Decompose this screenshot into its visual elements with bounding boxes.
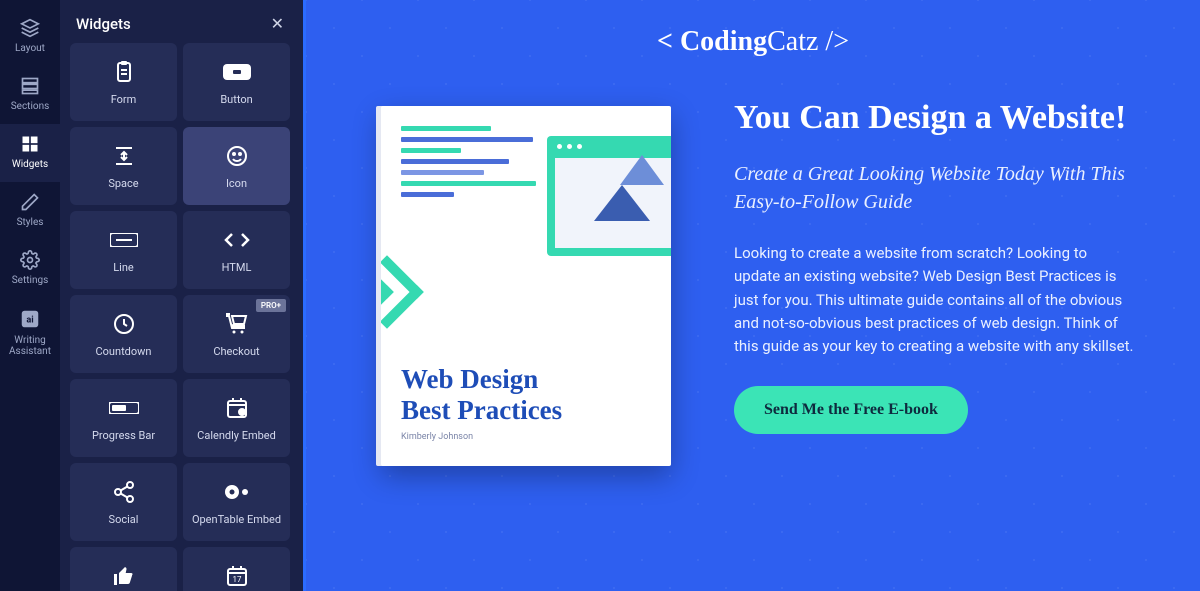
rail-settings[interactable]: Settings — [0, 240, 60, 298]
rail-label: Sections — [11, 101, 50, 112]
panel-title: Widgets — [76, 15, 131, 33]
pro-badge: PRO+ — [256, 299, 286, 312]
book-image: Web Design Best Practices Kimberly Johns… — [366, 96, 686, 466]
brand-logo: < CodingCatz /> — [306, 0, 1200, 66]
line-icon — [110, 227, 138, 253]
rail-label: Settings — [12, 275, 49, 286]
subheadline: Create a Great Looking Website Today Wit… — [734, 160, 1134, 216]
rail-label: Styles — [17, 217, 44, 228]
rail-label: Widgets — [12, 159, 48, 170]
canvas-preview[interactable]: < CodingCatz /> — [306, 0, 1200, 591]
countdown-icon — [112, 311, 136, 337]
widgets-panel: Widgets ✕ Form Button Space Icon Line HTML Cou… — [60, 0, 300, 591]
rail-writing-assistant[interactable]: ai Writing Assistant — [0, 298, 60, 369]
icon-icon — [225, 143, 249, 169]
widget-label: Social — [109, 513, 139, 526]
book-author: Kimberly Johnson — [401, 432, 651, 442]
widget-label: Icon — [226, 177, 247, 190]
widget-html[interactable]: HTML — [183, 211, 290, 289]
hero-copy: You Can Design a Website! Create a Great… — [734, 96, 1134, 434]
book-cover: Web Design Best Practices Kimberly Johns… — [381, 106, 671, 466]
widget-label: Button — [220, 93, 252, 106]
brand-bold: Coding — [680, 26, 767, 57]
cta-button[interactable]: Send Me the Free E-book — [734, 386, 968, 434]
widget-label: Calendly Embed — [197, 429, 276, 442]
hero-row: Web Design Best Practices Kimberly Johns… — [306, 66, 1200, 591]
form-icon — [112, 59, 136, 85]
calendly-icon — [225, 395, 249, 421]
gear-icon — [20, 250, 40, 270]
layers-icon — [20, 18, 40, 38]
image-placeholder-icon — [555, 158, 671, 248]
rail-sections[interactable]: Sections — [0, 66, 60, 124]
book-title: Web Design Best Practices — [401, 364, 651, 426]
svg-text:17: 17 — [232, 575, 241, 584]
browser-mockup-graphic — [547, 136, 671, 256]
space-icon — [112, 143, 136, 169]
widget-button[interactable]: Button — [183, 43, 290, 121]
brand-prefix: < — [657, 26, 680, 57]
checkout-icon — [225, 311, 249, 337]
close-icon[interactable]: ✕ — [271, 14, 284, 33]
widget-label: Form — [111, 93, 137, 106]
sociallike-icon — [112, 563, 136, 589]
ai-icon: ai — [19, 308, 41, 330]
widget-opentable[interactable]: OpenTable Embed — [183, 463, 290, 541]
rail-layout[interactable]: Layout — [0, 8, 60, 66]
rail-label: Layout — [15, 43, 45, 54]
rail-label: Writing Assistant — [9, 335, 51, 357]
nav-rail: Layout Sections Widgets Styles Settings … — [0, 0, 60, 591]
rail-styles[interactable]: Styles — [0, 182, 60, 240]
rail-widgets[interactable]: Widgets — [0, 124, 60, 182]
widget-label: Line — [113, 261, 134, 274]
body-text: Looking to create a website from scratch… — [734, 242, 1134, 358]
widget-label: Progress Bar — [92, 429, 155, 442]
widget-label: Checkout — [213, 345, 259, 358]
brand-thin: Catz /> — [767, 26, 849, 57]
widget-calendly[interactable]: Calendly Embed — [183, 379, 290, 457]
widget-countdown[interactable]: Countdown — [70, 295, 177, 373]
button-icon — [223, 59, 251, 85]
widget-checkout[interactable]: PRO+ Checkout — [183, 295, 290, 373]
book-title-line1: Web Design — [401, 364, 651, 395]
code-lines-graphic — [401, 126, 551, 203]
html-icon — [224, 227, 250, 253]
panel-header: Widgets ✕ — [60, 0, 300, 43]
widget-social[interactable]: Social — [70, 463, 177, 541]
progress-icon — [109, 395, 139, 421]
widget-grid: Form Button Space Icon Line HTML Countdown PRO+… — [60, 43, 300, 591]
book-title-line2: Best Practices — [401, 395, 651, 426]
headline: You Can Design a Website! — [734, 98, 1134, 138]
widget-progress[interactable]: Progress Bar — [70, 379, 177, 457]
sections-icon — [20, 76, 40, 96]
widget-line[interactable]: Line — [70, 211, 177, 289]
widget-sociallike[interactable]: Social Like — [70, 547, 177, 591]
svg-text:ai: ai — [26, 316, 33, 326]
app-root: Layout Sections Widgets Styles Settings … — [0, 0, 1200, 591]
pencil-icon — [20, 192, 40, 212]
widget-form[interactable]: Form — [70, 43, 177, 121]
widget-label: Countdown — [96, 345, 152, 358]
widget-icon[interactable]: Icon — [183, 127, 290, 205]
date-icon: 17 — [225, 563, 249, 589]
widgets-icon — [20, 134, 40, 154]
widget-label: OpenTable Embed — [192, 513, 281, 526]
opentable-icon — [224, 479, 250, 505]
widget-label: Space — [108, 177, 138, 190]
widget-label: HTML — [222, 261, 252, 274]
social-icon — [112, 479, 136, 505]
widget-date[interactable]: 17Date — [183, 547, 290, 591]
widget-space[interactable]: Space — [70, 127, 177, 205]
